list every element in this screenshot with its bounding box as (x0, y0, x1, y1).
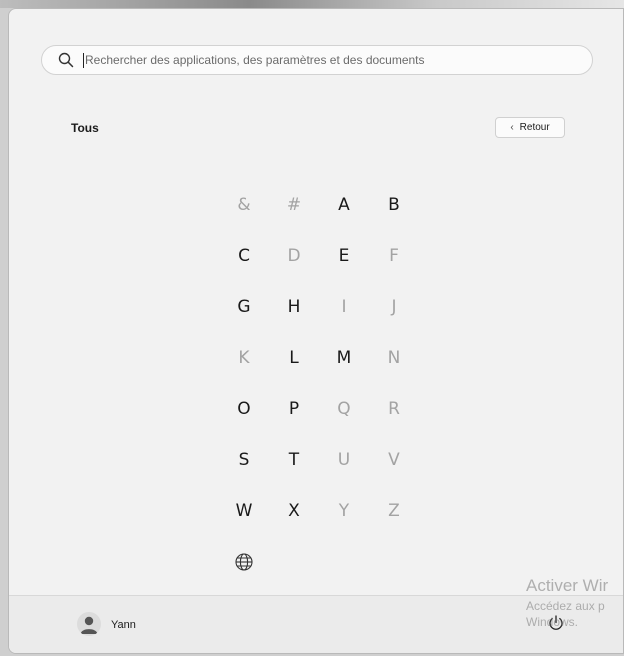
chevron-left-icon: ‹ (510, 122, 514, 133)
letter-item[interactable]: O (219, 383, 269, 434)
letter-item[interactable]: C (219, 230, 269, 281)
search-input[interactable]: Rechercher des applications, des paramèt… (41, 45, 593, 75)
letter-index-grid: & # A B C D E F G H I J K L M N O P Q R S T U V W X Y Z (219, 179, 419, 587)
all-apps-title: Tous (71, 121, 99, 135)
start-footer: Yann (9, 595, 623, 653)
desktop-background (0, 0, 624, 8)
letter-item: N (387, 347, 401, 368)
letter-item[interactable]: W (219, 485, 269, 536)
letter-item: Y (338, 500, 350, 521)
letter-item[interactable]: T (269, 434, 319, 485)
letter-item[interactable]: G (219, 281, 269, 332)
letter-item[interactable]: A (319, 179, 369, 230)
letter-item: D (287, 245, 301, 266)
globe-letter-item[interactable] (219, 536, 269, 587)
letter-item[interactable]: L (269, 332, 319, 383)
power-icon[interactable] (547, 614, 565, 632)
search-placeholder: Rechercher des applications, des paramèt… (85, 53, 425, 67)
letter-item[interactable]: S (219, 434, 269, 485)
letter-item[interactable]: E (319, 230, 369, 281)
letter-item: U (337, 449, 351, 470)
search-icon (58, 52, 74, 68)
letter-item: # (286, 194, 302, 215)
letter-item: K (238, 347, 250, 368)
letter-item: F (389, 245, 399, 266)
user-name[interactable]: Yann (111, 619, 136, 631)
letter-item: J (391, 296, 397, 317)
letter-item: Z (388, 500, 400, 521)
letter-item: V (388, 449, 400, 470)
text-caret (83, 53, 84, 68)
avatar[interactable] (77, 612, 101, 636)
letter-item[interactable]: B (369, 179, 419, 230)
start-menu-panel: Rechercher des applications, des paramèt… (8, 8, 624, 654)
letter-item: I (341, 296, 347, 317)
letter-item[interactable]: P (269, 383, 319, 434)
letter-item[interactable]: M (319, 332, 369, 383)
letter-item: & (237, 194, 251, 215)
globe-icon (235, 552, 253, 571)
user-icon (80, 616, 98, 634)
letter-item: Q (337, 398, 351, 419)
letter-item: R (388, 398, 400, 419)
back-button-label: Retour (519, 122, 550, 133)
letter-item[interactable]: X (269, 485, 319, 536)
letter-item[interactable]: H (269, 281, 319, 332)
back-button[interactable]: ‹ Retour (495, 117, 565, 138)
